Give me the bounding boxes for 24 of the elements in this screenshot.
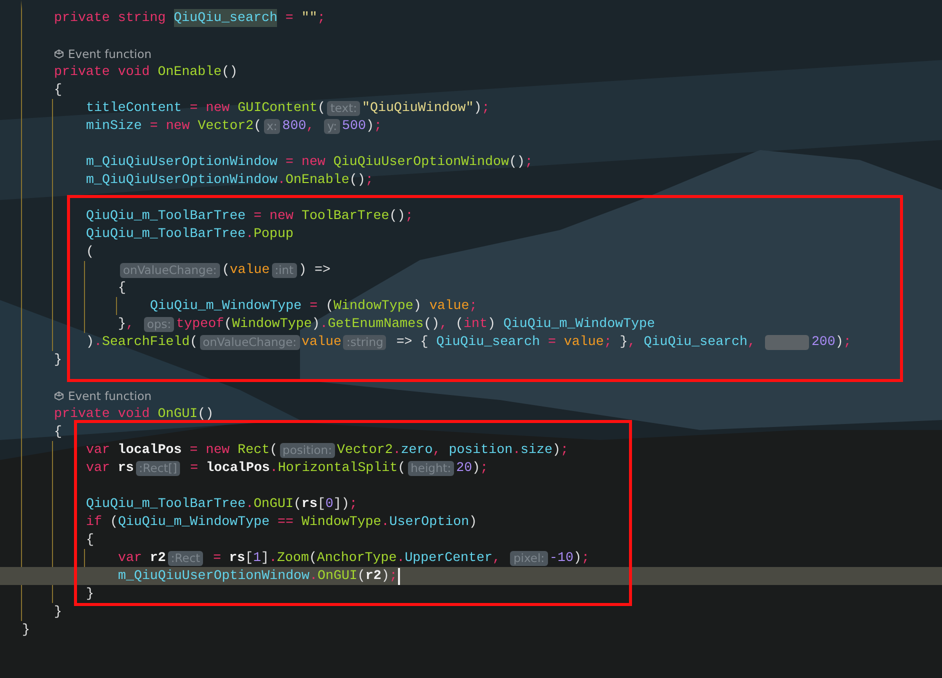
- code-line: QiuQiu_m_ToolBarTree = new ToolBarTree();: [86, 207, 414, 225]
- code-line: private string QiuQiu_search = "";: [54, 9, 326, 27]
- code-line: if (QiuQiu_m_WindowType == WindowType.UserOption): [86, 513, 478, 531]
- code-line: m_QiuQiuUserOptionWindow.OnEnable();: [86, 171, 374, 189]
- code-line: (: [86, 243, 94, 261]
- code-line: QiuQiu_m_ToolBarTree.Popup: [86, 225, 294, 243]
- code-line: }: [22, 621, 30, 639]
- codelens-text[interactable]: Event function: [68, 387, 152, 405]
- code-line: private void OnGUI(): [54, 405, 214, 423]
- code-line: {: [86, 531, 94, 549]
- code-line: {: [54, 81, 62, 99]
- code-line: QiuQiu_m_WindowType = (WindowType) value;: [150, 297, 478, 315]
- code-line: {: [118, 279, 126, 297]
- code-line: QiuQiu_m_ToolBarTree.OnGUI(rs[0]);: [86, 495, 358, 513]
- codelens-text[interactable]: Event function: [68, 45, 152, 63]
- cube-icon: [54, 49, 64, 59]
- code-line: }: [86, 585, 94, 603]
- code-line: }: [54, 351, 62, 369]
- code-line: {: [54, 423, 62, 441]
- code-line: }: [54, 603, 62, 621]
- cube-icon: [54, 391, 64, 401]
- code-line: private void OnEnable(): [54, 63, 238, 81]
- code-line: m_QiuQiuUserOptionWindow.OnGUI(r2);: [118, 567, 400, 585]
- code-line: m_QiuQiuUserOptionWindow = new QiuQiuUserOptionWindow();: [86, 153, 533, 171]
